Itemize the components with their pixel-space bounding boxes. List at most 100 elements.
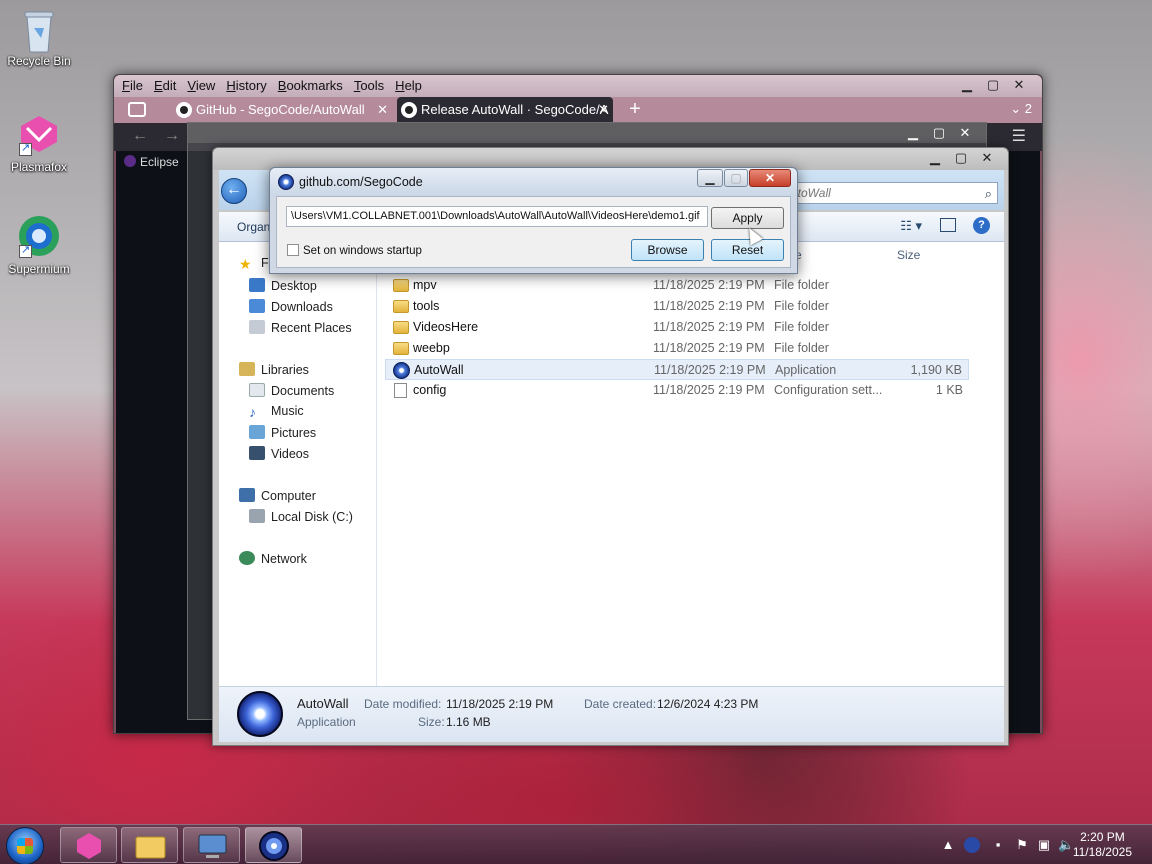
menu-bookmarks[interactable]: Bookmarks [278, 78, 343, 93]
maximize-button[interactable]: ▢ [926, 125, 952, 141]
taskbar-explorer[interactable] [121, 827, 178, 863]
taskbar-plasmafox[interactable] [60, 827, 117, 863]
folder-icon [135, 836, 166, 859]
nav-desktop[interactable]: Desktop [249, 278, 317, 293]
file-row-autowall[interactable]: AutoWall 11/18/2025 2:19 PM Application … [385, 359, 969, 380]
dialog-title: github.com/SegoCode [299, 175, 423, 189]
tab-close-icon[interactable]: ✕ [598, 97, 609, 123]
maximize-button[interactable]: ▢ [948, 150, 974, 166]
menu-edit[interactable]: Edit [154, 78, 176, 93]
file-row-videoshere[interactable]: VideosHere 11/18/2025 2:19 PM File folde… [385, 317, 969, 338]
menu-view[interactable]: View [187, 78, 215, 93]
volume-muted-icon[interactable]: 🔈 [1058, 837, 1074, 853]
menu-help[interactable]: Help [395, 78, 422, 93]
tab-close-icon[interactable]: ✕ [377, 97, 388, 123]
nav-local-disk[interactable]: Local Disk (C:) [249, 509, 353, 524]
nav-computer[interactable]: Computer [239, 488, 316, 503]
new-tab-button[interactable]: + [624, 99, 646, 121]
maximize-button[interactable]: ▢ [724, 169, 748, 187]
column-header-size[interactable]: Size [897, 242, 920, 268]
search-input[interactable]: AutoWall ⌕ [774, 182, 998, 204]
file-date: 11/18/2025 2:19 PM [653, 278, 765, 292]
tab-groups-icon[interactable] [128, 102, 146, 117]
nav-label: Desktop [271, 279, 317, 293]
config-file-icon [394, 383, 407, 398]
taskbar-remote-desktop[interactable] [183, 827, 240, 863]
nav-downloads[interactable]: Downloads [249, 299, 333, 314]
reset-button[interactable]: Reset [711, 239, 784, 261]
file-date: 11/18/2025 2:19 PM [653, 341, 765, 355]
minimize-button[interactable]: ▁ [697, 169, 723, 187]
checkbox-box[interactable] [287, 244, 299, 256]
background-window-controls: ▁ ▢ ✕ [900, 125, 978, 141]
back-button[interactable]: ← [221, 178, 247, 204]
file-row-mpv[interactable]: mpv 11/18/2025 2:19 PM File folder [385, 275, 969, 296]
browse-button[interactable]: Browse [631, 239, 704, 261]
desktop-icon-supermium[interactable]: Supermium [4, 214, 74, 276]
file-row-tools[interactable]: tools 11/18/2025 2:19 PM File folder [385, 296, 969, 317]
tab-list-button[interactable]: ⌄ 2 [1010, 101, 1032, 117]
action-center-flag-icon[interactable]: ⚑ [1014, 837, 1030, 853]
close-button[interactable]: ✕ [1006, 77, 1032, 93]
file-type: File folder [774, 299, 829, 313]
hamburger-menu-icon[interactable]: ☰ [1012, 126, 1026, 146]
back-arrow-icon[interactable]: ← [132, 127, 148, 145]
maximize-button[interactable]: ▢ [980, 77, 1006, 93]
minimize-button[interactable]: ▁ [954, 77, 980, 93]
autowall-tray-icon[interactable] [964, 837, 980, 853]
menu-history[interactable]: History [226, 78, 266, 93]
libraries-icon [239, 362, 255, 376]
firefox-menubar: File Edit View History Bookmarks Tools H… [122, 78, 422, 93]
wallpaper-path-input[interactable]: \Users\VM1.COLLABNET.001\Downloads\AutoW… [286, 206, 708, 227]
autowall-dialog: github.com/SegoCode ▁ ▢ ✕ \Users\VM1.COL… [269, 167, 798, 274]
preview-pane-icon[interactable] [940, 218, 956, 232]
organize-button[interactable]: Organ [237, 220, 270, 234]
startup-checkbox[interactable]: Set on windows startup [287, 244, 422, 257]
close-button[interactable]: ✕ [952, 125, 978, 141]
background-window-titlebar[interactable]: ▁ ▢ ✕ [188, 123, 986, 143]
desktop-icon-recycle-bin[interactable]: Recycle Bin [4, 6, 74, 68]
view-options-icon[interactable]: ☷ ▾ [900, 218, 922, 234]
nav-pictures[interactable]: Pictures [249, 425, 316, 440]
nav-documents[interactable]: Documents [249, 383, 334, 398]
file-row-config[interactable]: config 11/18/2025 2:19 PM Configuration … [385, 380, 969, 401]
nav-network[interactable]: Network [239, 551, 307, 566]
close-button[interactable]: ✕ [974, 150, 1000, 166]
menu-tools[interactable]: Tools [354, 78, 384, 93]
clock-date: 11/18/2025 [1072, 845, 1132, 859]
taskbar-autowall[interactable] [245, 827, 302, 863]
show-hidden-icons-icon[interactable]: ▲ [940, 837, 956, 853]
minimize-button[interactable]: ▁ [900, 125, 926, 141]
taskbar: ▲ ▪ ⚑ ▣ 🔈 2:20 PM 11/18/2025 [0, 824, 1152, 864]
taskbar-clock[interactable]: 2:20 PM 11/18/2025 [1073, 830, 1132, 860]
nav-recent-places[interactable]: Recent Places [249, 320, 352, 335]
menu-file[interactable]: File [122, 78, 143, 93]
firefox-titlebar[interactable]: File Edit View History Bookmarks Tools H… [114, 75, 1042, 97]
file-name: config [413, 383, 447, 397]
tab-github-autowall[interactable]: GitHub - SegoCode/AutoWall ✕ [172, 97, 392, 123]
nav-libraries[interactable]: Libraries [239, 362, 309, 377]
minimize-button[interactable]: ▁ [922, 150, 948, 166]
tab-release-autowall[interactable]: Release AutoWall · SegoCode/A ✕ [397, 97, 613, 123]
nav-label: Downloads [271, 300, 333, 314]
start-button[interactable] [6, 827, 44, 864]
bookmark-eclipse[interactable]: Eclipse [124, 155, 179, 169]
desktop-icon-plasmafox[interactable]: Plasmafox [4, 112, 74, 174]
help-icon[interactable]: ? [973, 217, 990, 234]
file-row-weebp[interactable]: weebp 11/18/2025 2:19 PM File folder [385, 338, 969, 359]
nav-label: Computer [261, 489, 316, 503]
details-pane: AutoWall Application Date modified: 11/1… [219, 686, 1004, 742]
nav-videos[interactable]: Videos [249, 446, 309, 461]
folder-icon [393, 300, 409, 313]
generic-tray-icon[interactable]: ▪ [990, 837, 1006, 853]
close-button[interactable]: ✕ [749, 169, 791, 187]
desktop-icon [249, 278, 265, 292]
search-icon[interactable]: ⌕ [985, 184, 992, 204]
nav-music[interactable]: ♪ Music [249, 404, 304, 420]
network-tray-icon[interactable]: ▣ [1036, 837, 1052, 853]
dialog-titlebar[interactable]: github.com/SegoCode ▁ ▢ ✕ [270, 168, 797, 196]
forward-arrow-icon[interactable]: → [164, 127, 180, 145]
details-size-label: Size: [418, 715, 445, 729]
apply-button[interactable]: Apply [711, 207, 784, 229]
supermium-icon [17, 214, 61, 258]
